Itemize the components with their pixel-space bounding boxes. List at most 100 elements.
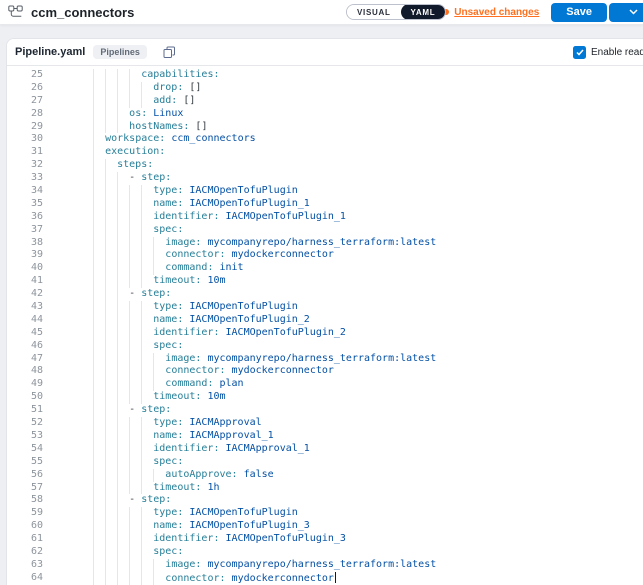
editor-line[interactable]: 50 timeout: 10m [7,391,643,404]
line-number: 52 [7,417,43,430]
indent-guide [105,443,106,456]
editor-line[interactable]: 28 os: Linux [7,108,643,121]
editor-line[interactable]: 57 timeout: 1h [7,482,643,495]
editor-line[interactable]: 43 type: IACMOpenTofuPlugin [7,301,643,314]
chevron-down-icon [629,9,638,15]
code-text: execution: [43,146,643,159]
editor-line[interactable]: 36 identifier: IACMOpenTofuPlugin_1 [7,211,643,224]
indent-guide [93,572,94,585]
indent-guide [105,314,106,327]
line-number: 58 [7,494,43,507]
indent-guide [129,378,130,391]
editor-line[interactable]: 46 spec: [7,340,643,353]
yaml-editor[interactable]: 25 capabilities:26 drop: []27 add: []28 … [7,66,643,585]
editor-line[interactable]: 55 spec: [7,456,643,469]
editor-line[interactable]: 32 steps: [7,159,643,172]
copy-button[interactable] [163,46,176,59]
editor-line[interactable]: 58 - step: [7,494,643,507]
editor-line[interactable]: 61 identifier: IACMOpenTofuPlugin_3 [7,533,643,546]
editor-line[interactable]: 49 command: plan [7,378,643,391]
indent-guide [117,69,118,82]
editor-line[interactable]: 42 - step: [7,288,643,301]
indent-guide [141,262,142,275]
editor-line[interactable]: 39 connector: mydockerconnector [7,249,643,262]
yaml-value: [] [183,95,195,106]
toggle-visual[interactable]: VISUAL [347,4,401,20]
line-number: 53 [7,430,43,443]
yaml-value: init [220,262,244,273]
indent-guide [117,559,118,572]
indent-guide [93,417,94,430]
line-number: 50 [7,391,43,404]
editor-line[interactable]: 31 execution: [7,146,643,159]
toggle-yaml[interactable]: YAML [401,4,446,20]
editor-line[interactable]: 30 workspace: ccm_connectors [7,133,643,146]
text-cursor [335,572,337,583]
editor-line[interactable]: 47 image: mycompanyrepo/harness_terrafor… [7,353,643,366]
indent-guide [105,546,106,559]
indent-guide [105,572,106,585]
yaml-key: execution: [105,146,165,157]
indent-guide [105,520,106,533]
editor-line[interactable]: 59 type: IACMOpenTofuPlugin [7,507,643,520]
code-text: timeout: 1h [43,482,643,495]
pipelines-badge[interactable]: Pipelines [93,45,147,59]
editor-line[interactable]: 60 name: IACMOpenTofuPlugin_3 [7,520,643,533]
editor-line[interactable]: 54 identifier: IACMApproval_1 [7,443,643,456]
line-number: 26 [7,82,43,95]
yaml-value: IACMOpenTofuPlugin_2 [189,314,309,325]
editor-line[interactable]: 25 capabilities: [7,69,643,82]
indent-guide [129,211,130,224]
indent-guide [93,82,94,95]
line-number: 25 [7,69,43,82]
line-number: 31 [7,146,43,159]
indent-guide [93,95,94,108]
editor-line[interactable]: 53 name: IACMApproval_1 [7,430,643,443]
editor-line[interactable]: 27 add: [] [7,95,643,108]
editor-line[interactable]: 33 - step: [7,172,643,185]
save-button[interactable]: Save [551,3,607,22]
indent-guide [93,172,94,185]
editor-line[interactable]: 62 spec: [7,546,643,559]
editor-line[interactable]: 45 identifier: IACMOpenTofuPlugin_2 [7,327,643,340]
yaml-value: mydockerconnector [232,573,334,584]
enable-read-checkbox[interactable] [573,46,586,59]
indent-guide [93,108,94,121]
editor-line[interactable]: 56 autoApprove: false [7,469,643,482]
indent-guide [105,391,106,404]
indent-guide [93,365,94,378]
editor-line[interactable]: 51 - step: [7,404,643,417]
editor-line[interactable]: 38 image: mycompanyrepo/harness_terrafor… [7,237,643,250]
indent-guide [129,572,130,585]
yaml-card: Pipeline.yaml Pipelines Enable read/ 25 … [6,38,643,585]
editor-line[interactable]: 35 name: IACMOpenTofuPlugin_1 [7,198,643,211]
indent-guide [105,507,106,520]
enable-read-label: Enable read/ [591,47,643,58]
editor-line[interactable]: 44 name: IACMOpenTofuPlugin_2 [7,314,643,327]
line-number: 59 [7,507,43,520]
indent-guide [93,443,94,456]
code-text: - step: [43,288,643,301]
editor-line[interactable]: 29 hostNames: [] [7,121,643,134]
indent-guide [93,391,94,404]
unsaved-changes-status: Unsaved changes [443,7,539,18]
editor-line[interactable]: 41 timeout: 10m [7,275,643,288]
indent-guide [117,378,118,391]
indent-guide [105,288,106,301]
editor-line[interactable]: 40 command: init [7,262,643,275]
editor-line[interactable]: 52 type: IACMApproval [7,417,643,430]
editor-line[interactable]: 26 drop: [] [7,82,643,95]
editor-line[interactable]: 48 connector: mydockerconnector [7,365,643,378]
indent-guide [117,288,118,301]
indent-guide [129,507,130,520]
editor-line[interactable]: 34 type: IACMOpenTofuPlugin [7,185,643,198]
editor-line[interactable]: 37 spec: [7,224,643,237]
editor-line[interactable]: 63 image: mycompanyrepo/harness_terrafor… [7,559,643,572]
indent-guide [129,314,130,327]
save-options-button[interactable] [609,3,643,22]
indent-guide [93,198,94,211]
editor-line[interactable]: 64 connector: mydockerconnector [7,572,643,585]
yaml-toolbar: Pipeline.yaml Pipelines Enable read/ [7,39,643,66]
indent-guide [93,559,94,572]
indent-guide [129,533,130,546]
